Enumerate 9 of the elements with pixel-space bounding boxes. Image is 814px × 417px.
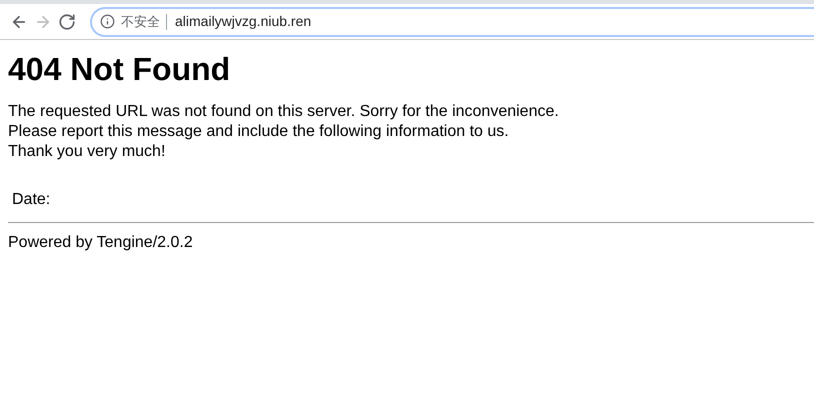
url-text: alimailywjvzg.niub.ren <box>174 12 312 31</box>
date-label: Date: <box>12 191 50 208</box>
security-label: 不安全 <box>121 14 167 30</box>
reload-icon <box>58 12 76 30</box>
error-message: The requested URL was not found on this server. Sorry for the inconvenience. Please report this message and include the following information to us. Thank you very much! <box>8 102 560 162</box>
server-footer: Powered by Tengine/2.0.2 <box>8 234 193 251</box>
info-icon[interactable] <box>100 14 115 29</box>
page-heading: 404 Not Found <box>8 50 232 88</box>
address-bar[interactable]: 不安全 alimailywjvzg.niub.ren <box>90 6 814 36</box>
